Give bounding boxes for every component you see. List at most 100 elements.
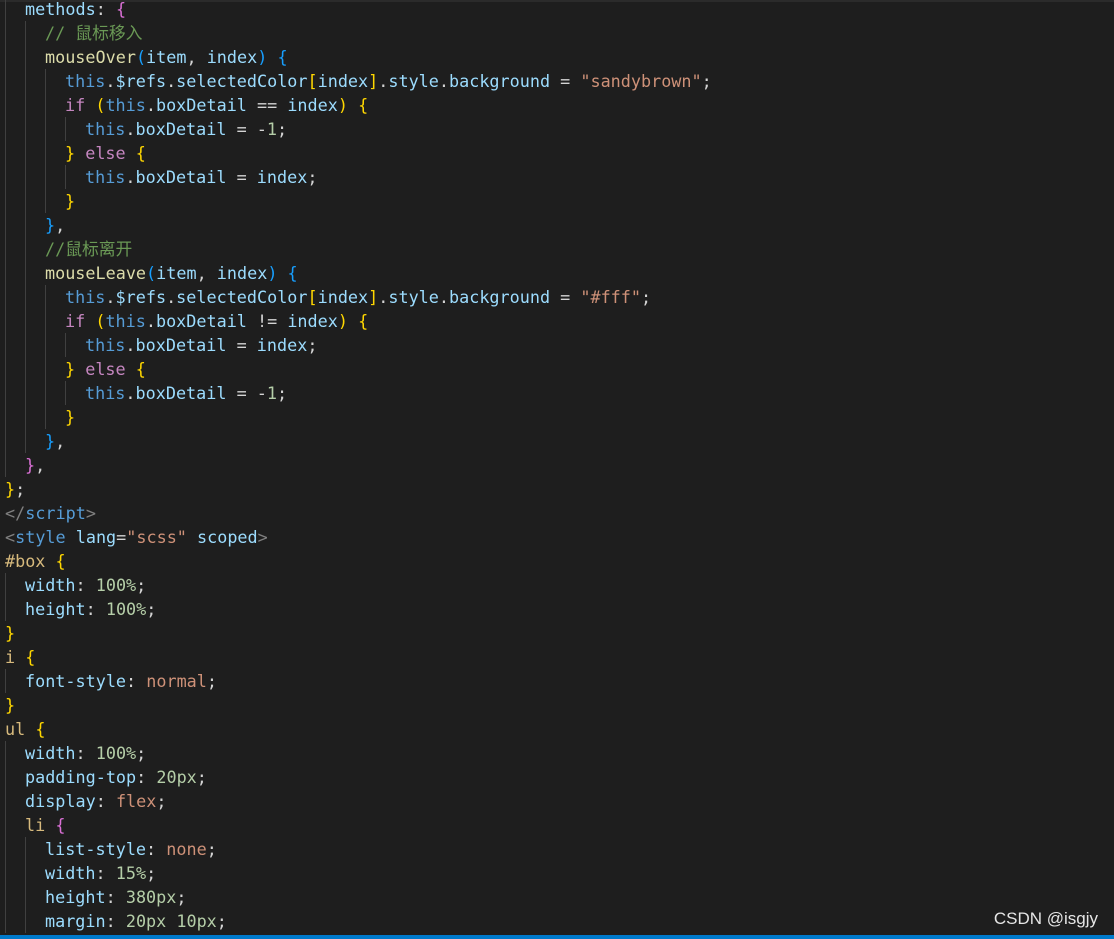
code-line[interactable]: mouseLeave(item, index) {	[0, 261, 1114, 285]
code-line[interactable]: },	[0, 429, 1114, 453]
code-token: height	[45, 887, 106, 907]
code-token: }	[5, 623, 16, 643]
code-line[interactable]: }	[0, 693, 1114, 717]
code-line-text: mouseLeave(item, index) {	[45, 261, 298, 285]
code-line[interactable]: }	[0, 189, 1114, 213]
code-token: boxDetail	[135, 167, 227, 187]
code-token: >	[257, 527, 268, 547]
code-token: ;	[136, 575, 147, 595]
code-line[interactable]: if (this.boxDetail != index) {	[0, 309, 1114, 333]
code-token: lang	[75, 527, 117, 547]
code-line-text: height: 100%;	[25, 597, 156, 621]
code-line[interactable]: i {	[0, 645, 1114, 669]
code-token: (	[146, 263, 157, 283]
code-line[interactable]: },	[0, 213, 1114, 237]
code-area[interactable]: methods: {// 鼠标移入 mouseOver(item, index) …	[0, 0, 1114, 933]
code-token: ]	[368, 287, 379, 307]
code-token: =	[116, 527, 127, 547]
watermark: CSDN @isgjy	[993, 909, 1098, 928]
code-line[interactable]: } else {	[0, 357, 1114, 381]
code-line[interactable]: </script>	[0, 501, 1114, 525]
code-editor[interactable]: methods: {// 鼠标移入 mouseOver(item, index) …	[0, 0, 1114, 939]
code-line[interactable]: this.boxDetail = index;	[0, 165, 1114, 189]
indent-guide	[25, 261, 26, 285]
code-token: style	[388, 71, 439, 91]
code-line[interactable]: list-style: none;	[0, 837, 1114, 861]
code-line[interactable]: height: 380px;	[0, 885, 1114, 909]
code-token: .	[145, 311, 156, 331]
code-line[interactable]: this.$refs.selectedColor[index].style.ba…	[0, 69, 1114, 93]
indent-guide	[65, 117, 66, 141]
code-token: ;	[146, 599, 157, 619]
indent-guide	[45, 405, 46, 429]
code-line[interactable]: this.boxDetail = -1;	[0, 117, 1114, 141]
code-token: ,	[35, 455, 46, 475]
indent-guide	[65, 165, 66, 189]
code-token: }	[25, 455, 36, 475]
indent-guide	[5, 45, 6, 69]
code-line[interactable]: //鼠标离开	[0, 237, 1114, 261]
code-line[interactable]: // 鼠标移入	[0, 21, 1114, 45]
code-token: ;	[307, 335, 318, 355]
indent-guide	[5, 837, 6, 861]
code-token: list-style	[45, 839, 147, 859]
code-token: 1	[266, 119, 277, 139]
code-token: none	[166, 839, 207, 859]
indent-guide	[5, 765, 6, 789]
code-token: .	[125, 119, 136, 139]
code-line-text: width: 100%;	[25, 573, 146, 597]
code-token: !=	[246, 311, 288, 331]
code-token: [	[307, 287, 318, 307]
code-line-text: methods: {	[25, 0, 126, 21]
code-line[interactable]: #box {	[0, 549, 1114, 573]
code-line[interactable]: width: 15%;	[0, 861, 1114, 885]
code-line[interactable]: ul {	[0, 717, 1114, 741]
code-line-text: this.$refs.selectedColor[index].style.ba…	[65, 285, 651, 309]
code-line-text: if (this.boxDetail != index) {	[65, 309, 368, 333]
code-token: width	[25, 743, 76, 763]
code-line[interactable]: }	[0, 621, 1114, 645]
code-line-text: }	[65, 405, 75, 429]
code-line[interactable]: display: flex;	[0, 789, 1114, 813]
code-line[interactable]: height: 100%;	[0, 597, 1114, 621]
code-line[interactable]: this.$refs.selectedColor[index].style.ba…	[0, 285, 1114, 309]
code-line[interactable]: width: 100%;	[0, 741, 1114, 765]
indent-guide	[5, 909, 6, 933]
code-token: :	[146, 839, 167, 859]
code-line[interactable]: margin: 20px 10px;	[0, 909, 1114, 933]
indent-guide	[5, 93, 6, 117]
code-token: ,	[196, 263, 217, 283]
indent-guide	[45, 381, 46, 405]
code-line[interactable]: li {	[0, 813, 1114, 837]
code-line[interactable]: }	[0, 405, 1114, 429]
code-token: this	[65, 71, 106, 91]
indent-guide	[5, 333, 6, 357]
code-line-text: };	[5, 477, 25, 501]
code-line[interactable]: },	[0, 453, 1114, 477]
code-line[interactable]: font-style: normal;	[0, 669, 1114, 693]
code-line[interactable]: methods: {	[0, 0, 1114, 21]
code-line-text: list-style: none;	[45, 837, 217, 861]
code-line[interactable]: this.boxDetail = index;	[0, 333, 1114, 357]
code-line-text: this.boxDetail = -1;	[85, 117, 287, 141]
code-token: .	[125, 383, 136, 403]
code-line[interactable]: } else {	[0, 141, 1114, 165]
code-line[interactable]: width: 100%;	[0, 573, 1114, 597]
code-token: ;	[277, 383, 288, 403]
code-token: }	[65, 143, 76, 163]
code-token: 380px	[125, 887, 177, 907]
code-token: )	[267, 263, 278, 283]
code-line-text: }	[5, 693, 15, 717]
code-line[interactable]: this.boxDetail = -1;	[0, 381, 1114, 405]
code-token: }	[45, 431, 56, 451]
code-line[interactable]: <style lang="scss" scoped>	[0, 525, 1114, 549]
code-line[interactable]: };	[0, 477, 1114, 501]
code-token: 1	[266, 383, 277, 403]
code-line[interactable]: if (this.boxDetail == index) {	[0, 93, 1114, 117]
code-line[interactable]: mouseOver(item, index) {	[0, 45, 1114, 69]
code-line[interactable]: padding-top: 20px;	[0, 765, 1114, 789]
